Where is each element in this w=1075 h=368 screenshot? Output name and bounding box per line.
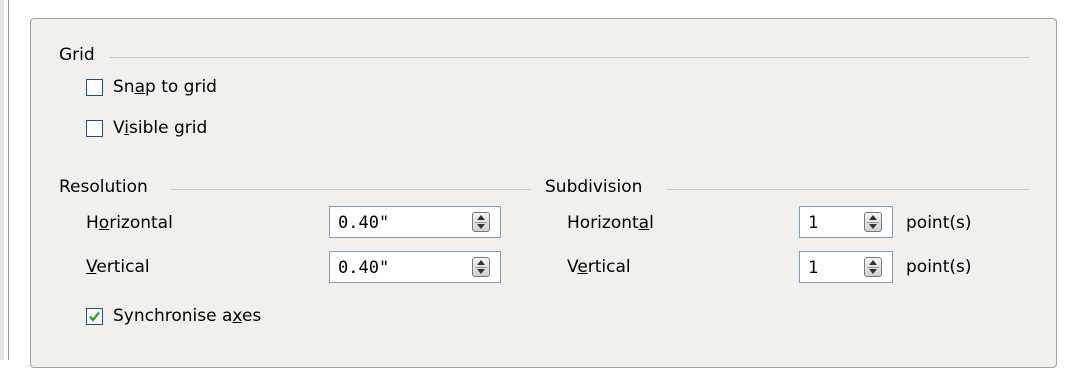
- subdivision-vertical-field[interactable]: 1: [799, 251, 893, 283]
- window-edge-line: [8, 0, 9, 360]
- subdivision-vertical-spin-icon[interactable]: [864, 257, 882, 277]
- resolution-horizontal-spin-icon[interactable]: [472, 212, 490, 232]
- resolution-separator: [171, 189, 531, 190]
- resolution-vertical-field[interactable]: 0.40": [329, 251, 501, 283]
- subdivision-horizontal-label: Horizontal: [567, 213, 654, 233]
- subdivision-vertical-unit: point(s): [906, 257, 972, 277]
- subdivision-vertical-value[interactable]: 1: [808, 258, 818, 278]
- visible-grid-checkbox[interactable]: [86, 120, 103, 137]
- visible-grid-label[interactable]: Visible grid: [113, 118, 207, 138]
- subdivision-heading: Subdivision: [545, 177, 643, 197]
- resolution-heading: Resolution: [59, 177, 148, 197]
- synchronise-axes-label[interactable]: Synchronise axes: [113, 306, 261, 326]
- grid-heading: Grid: [59, 45, 95, 65]
- subdivision-horizontal-spin-icon[interactable]: [864, 212, 882, 232]
- resolution-vertical-value[interactable]: 0.40": [338, 258, 389, 278]
- resolution-horizontal-field[interactable]: 0.40": [329, 206, 501, 238]
- subdivision-horizontal-unit: point(s): [906, 213, 972, 233]
- window-edge: [0, 0, 4, 360]
- grid-options-panel: Grid Snap to grid Visible grid Resolutio…: [30, 18, 1057, 368]
- snap-to-grid-checkbox[interactable]: [86, 79, 103, 96]
- subdivision-horizontal-field[interactable]: 1: [799, 206, 893, 238]
- resolution-vertical-label: Vertical: [86, 257, 150, 277]
- checkmark-icon: [89, 311, 100, 322]
- resolution-vertical-spin-icon[interactable]: [472, 257, 490, 277]
- synchronise-axes-checkbox[interactable]: [86, 308, 103, 325]
- resolution-horizontal-label: Horizontal: [86, 213, 173, 233]
- subdivision-separator: [667, 189, 1029, 190]
- subdivision-horizontal-value[interactable]: 1: [808, 213, 818, 233]
- grid-separator: [109, 57, 1029, 58]
- subdivision-vertical-label: Vertical: [567, 257, 631, 277]
- resolution-horizontal-value[interactable]: 0.40": [338, 213, 389, 233]
- snap-to-grid-label[interactable]: Snap to grid: [113, 77, 217, 97]
